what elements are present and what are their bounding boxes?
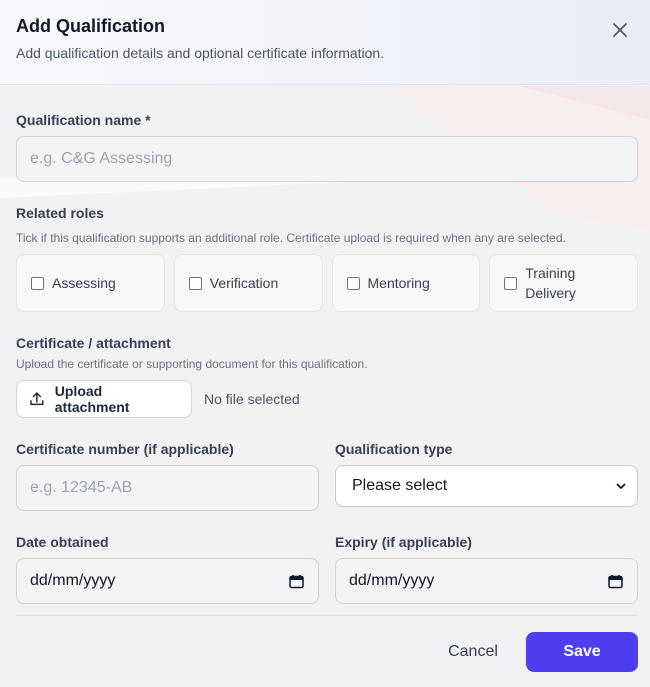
dialog-header: Add Qualification Add qualification deta… [0, 0, 650, 85]
dates-row: Date obtained dd/mm/yyyy Expiry (if appl… [16, 533, 638, 604]
expiry-label: Expiry (if applicable) [335, 534, 472, 550]
certificate-type-row: Certificate number (if applicable) Quali… [16, 440, 638, 511]
footer-divider [16, 615, 638, 616]
role-option-training-delivery[interactable]: Training Delivery [489, 254, 638, 312]
expiry-group: Expiry (if applicable) dd/mm/yyyy [335, 533, 638, 604]
dialog-subtitle: Add qualification details and optional c… [16, 45, 385, 61]
upload-row: Upload attachment No file selected [16, 380, 638, 418]
chevron-down-icon [616, 483, 626, 489]
close-button[interactable] [610, 20, 630, 40]
date-obtained-group: Date obtained dd/mm/yyyy [16, 533, 319, 604]
related-roles-options: Assessing Verification Mentoring Trainin… [16, 254, 638, 312]
role-option-label: Assessing [52, 275, 116, 291]
calendar-icon[interactable] [608, 574, 623, 589]
close-icon [613, 23, 627, 37]
upload-attachment-label: Upload attachment [54, 383, 130, 415]
date-obtained-input[interactable]: dd/mm/yyyy [16, 558, 319, 604]
related-roles-help: Tick if this qualification supports an a… [16, 231, 566, 245]
dialog-body: Qualification name * Related roles Tick … [0, 111, 650, 604]
upload-icon [30, 392, 44, 406]
qualification-name-input[interactable] [16, 136, 638, 182]
cancel-button[interactable]: Cancel [436, 632, 510, 672]
calendar-icon[interactable] [289, 574, 304, 589]
qualification-type-value: Please select [352, 477, 448, 494]
certificate-label: Certificate / attachment [16, 335, 171, 351]
training-delivery-checkbox[interactable] [504, 276, 518, 290]
expiry-input[interactable]: dd/mm/yyyy [335, 558, 638, 604]
date-obtained-value: dd/mm/yyyy [30, 572, 116, 589]
qualification-type-select[interactable]: Please select [335, 465, 638, 507]
save-button[interactable]: Save [526, 632, 638, 672]
role-option-assessing[interactable]: Assessing [16, 254, 165, 312]
expiry-value: dd/mm/yyyy [349, 572, 435, 589]
role-option-label: Training Delivery [525, 265, 576, 301]
certificate-number-group: Certificate number (if applicable) [16, 440, 319, 511]
role-option-label: Mentoring [367, 275, 430, 291]
qualification-name-label: Qualification name * [16, 112, 151, 128]
certificate-number-input[interactable] [16, 465, 319, 511]
role-option-verification[interactable]: Verification [173, 254, 323, 312]
certificate-help: Upload the certificate or supporting doc… [16, 357, 368, 371]
related-roles-label: Related roles [16, 205, 104, 221]
add-qualification-dialog: Add Qualification Add qualification deta… [0, 0, 650, 687]
verification-checkbox[interactable] [188, 276, 202, 290]
upload-attachment-button[interactable]: Upload attachment [16, 380, 192, 418]
mentoring-checkbox[interactable] [346, 276, 360, 290]
qualification-type-group: Qualification type Please select [335, 440, 638, 511]
date-obtained-label: Date obtained [16, 534, 109, 550]
certificate-number-label: Certificate number (if applicable) [16, 441, 234, 457]
file-status: No file selected [204, 391, 300, 407]
role-option-label: Verification [209, 275, 279, 291]
dialog-title: Add Qualification [16, 16, 166, 36]
assessing-checkbox[interactable] [31, 276, 44, 290]
role-option-mentoring[interactable]: Mentoring [331, 254, 481, 312]
qualification-type-label: Qualification type [335, 441, 453, 457]
